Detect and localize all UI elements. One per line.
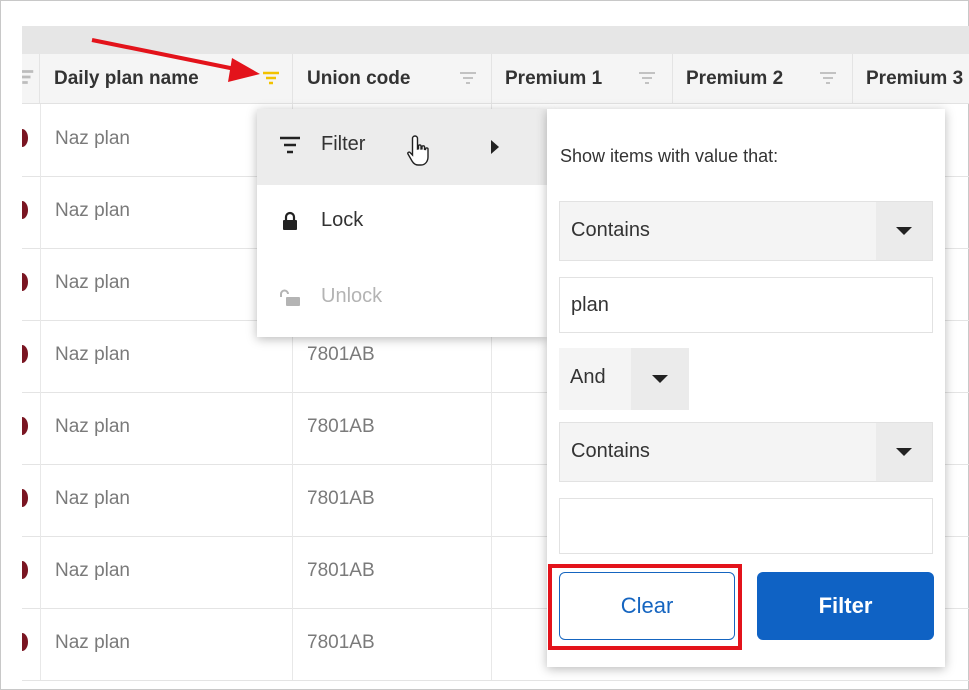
grid-header: Daily plan name Union code Premium 1 Pre… bbox=[22, 54, 969, 104]
dropdown-button[interactable] bbox=[631, 348, 689, 410]
cell-daily-plan-name: Naz plan bbox=[55, 488, 130, 509]
operator-select-1[interactable]: Contains bbox=[559, 201, 933, 261]
filter-icon bbox=[280, 136, 300, 154]
cell-daily-plan-name: Naz plan bbox=[55, 632, 130, 653]
dropdown-button[interactable] bbox=[876, 423, 932, 481]
unlock-icon bbox=[280, 289, 300, 306]
cell-divider bbox=[40, 320, 41, 392]
operator-select-value: Contains bbox=[571, 440, 650, 462]
filter-icon[interactable] bbox=[22, 66, 36, 88]
lock-icon bbox=[283, 211, 297, 230]
cell-divider bbox=[491, 536, 492, 608]
cell-divider bbox=[292, 536, 293, 608]
header-cell-edge bbox=[22, 54, 40, 103]
row-status-indicator bbox=[22, 561, 28, 579]
cell-divider bbox=[491, 608, 492, 680]
row-status-indicator bbox=[22, 345, 28, 363]
row-status-indicator bbox=[22, 201, 28, 219]
row-status-indicator bbox=[22, 417, 28, 435]
cell-divider bbox=[40, 392, 41, 464]
cell-union-code: 7801AB bbox=[307, 488, 375, 509]
column-header-premium-2[interactable]: Premium 2 bbox=[673, 54, 853, 103]
chevron-down-icon bbox=[896, 448, 912, 456]
filter-button[interactable]: Filter bbox=[757, 572, 934, 640]
cell-divider bbox=[40, 608, 41, 680]
column-header-daily-plan-name[interactable]: Daily plan name bbox=[40, 54, 293, 103]
chevron-down-icon bbox=[896, 227, 912, 235]
cell-divider bbox=[292, 608, 293, 680]
cell-divider bbox=[491, 392, 492, 464]
submenu-arrow-icon bbox=[491, 140, 499, 154]
cell-union-code: 7801AB bbox=[307, 560, 375, 581]
cell-divider bbox=[40, 248, 41, 320]
filter-value-input-1[interactable] bbox=[559, 277, 933, 333]
cell-union-code: 7801AB bbox=[307, 344, 375, 365]
cell-divider bbox=[292, 464, 293, 536]
filter-value-input-2[interactable] bbox=[559, 498, 933, 554]
logic-operator-select[interactable]: And bbox=[559, 348, 689, 410]
row-status-indicator bbox=[22, 489, 28, 507]
operator-select-value: Contains bbox=[571, 219, 650, 241]
chevron-down-icon bbox=[652, 375, 668, 383]
menu-item-label: Lock bbox=[321, 209, 364, 231]
cell-daily-plan-name: Naz plan bbox=[55, 272, 130, 293]
hand-cursor-icon bbox=[407, 135, 429, 166]
cell-union-code: 7801AB bbox=[307, 416, 375, 437]
operator-select-2[interactable]: Contains bbox=[559, 422, 933, 482]
cell-divider bbox=[491, 464, 492, 536]
cell-divider bbox=[40, 464, 41, 536]
row-status-indicator bbox=[22, 129, 28, 147]
filter-panel-title: Show items with value that: bbox=[560, 146, 779, 166]
column-label: Premium 3 bbox=[866, 68, 964, 89]
cell-divider bbox=[292, 392, 293, 464]
cell-daily-plan-name: Naz plan bbox=[55, 416, 130, 437]
cell-daily-plan-name: Naz plan bbox=[55, 560, 130, 581]
menu-item-lock[interactable]: Lock bbox=[257, 185, 547, 261]
column-label: Premium 1 bbox=[505, 68, 603, 89]
column-label: Daily plan name bbox=[54, 68, 199, 89]
row-status-indicator bbox=[22, 273, 28, 291]
column-header-premium-1[interactable]: Premium 1 bbox=[492, 54, 673, 103]
cell-daily-plan-name: Naz plan bbox=[55, 128, 130, 149]
column-label: Union code bbox=[307, 68, 411, 89]
menu-item-label: Unlock bbox=[321, 285, 383, 307]
column-label: Premium 2 bbox=[686, 68, 784, 89]
grid-toolbar bbox=[22, 26, 969, 54]
cell-divider bbox=[40, 536, 41, 608]
logic-operator-value: And bbox=[570, 366, 606, 388]
column-header-premium-3[interactable]: Premium 3 bbox=[853, 54, 969, 103]
cell-daily-plan-name: Naz plan bbox=[55, 200, 130, 221]
cell-divider bbox=[40, 176, 41, 248]
menu-item-label: Filter bbox=[321, 133, 366, 155]
cell-union-code: 7801AB bbox=[307, 632, 375, 653]
cell-divider bbox=[40, 104, 41, 176]
column-menu: Filter Lock Unlock bbox=[257, 109, 547, 337]
dropdown-button[interactable] bbox=[876, 202, 932, 260]
menu-item-filter[interactable]: Filter bbox=[257, 109, 547, 185]
filter-icon[interactable] bbox=[817, 66, 839, 88]
filter-icon[interactable] bbox=[457, 66, 479, 88]
cell-daily-plan-name: Naz plan bbox=[55, 344, 130, 365]
highlight-box bbox=[548, 564, 742, 650]
filter-icon[interactable] bbox=[636, 66, 658, 88]
filter-icon[interactable] bbox=[260, 66, 282, 88]
row-status-indicator bbox=[22, 633, 28, 651]
column-header-union-code[interactable]: Union code bbox=[293, 54, 492, 103]
menu-item-unlock[interactable]: Unlock bbox=[257, 261, 547, 337]
